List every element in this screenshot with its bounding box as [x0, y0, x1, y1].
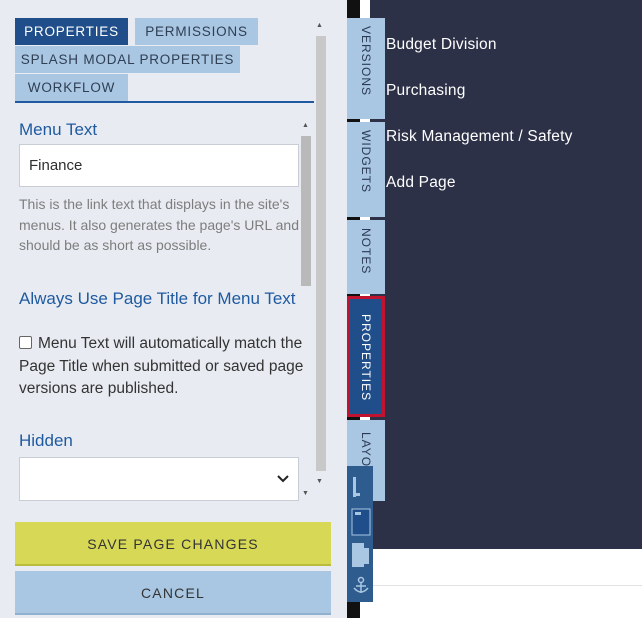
side-tab-notes-label: NOTES [359, 228, 373, 275]
preview-menu-item[interactable]: Risk Management / Safety [386, 128, 573, 146]
cancel-button[interactable]: CANCEL [15, 571, 331, 615]
scroll-up-arrow-icon[interactable]: ▲ [316, 22, 323, 30]
form-scroll-down-icon[interactable]: ▼ [302, 490, 309, 498]
side-tab-widgets-label: WIDGETS [359, 130, 373, 193]
form-scroll-thumb[interactable] [301, 136, 311, 286]
anchor-icon[interactable] [351, 576, 371, 601]
side-tab-widgets[interactable]: WIDGETS [347, 122, 385, 217]
tab-permissions[interactable]: PERMISSIONS [135, 18, 258, 45]
side-tab-notes[interactable]: NOTES [347, 220, 385, 294]
hidden-label: Hidden [19, 431, 73, 450]
tab-underline [15, 101, 314, 103]
always-use-title-checkbox-text: Menu Text will automatically match the P… [19, 335, 304, 397]
menu-text-label: Menu Text [19, 120, 98, 139]
hidden-select[interactable] [19, 457, 299, 501]
preview-menu-item[interactable]: Purchasing [386, 82, 466, 100]
tab-workflow[interactable]: WORKFLOW [15, 74, 128, 101]
layout-right-icon[interactable] [351, 542, 371, 573]
preview-menu-item[interactable]: Budget Division [386, 36, 497, 54]
save-page-changes-button[interactable]: SAVE PAGE CHANGES [15, 522, 331, 566]
always-use-title-option: Menu Text will automatically match the P… [19, 333, 304, 401]
tab-splash-modal-properties[interactable]: SPLASH MODAL PROPERTIES [15, 46, 240, 73]
side-tab-versions-label: VERSIONS [359, 26, 373, 97]
side-tab-versions[interactable]: VERSIONS [347, 18, 385, 119]
form-scrollbar[interactable]: ▲ ▼ [299, 118, 313, 502]
preview-content-area [370, 549, 642, 618]
menu-text-help: This is the link text that displays in t… [19, 196, 299, 253]
form-scroll-up-icon[interactable]: ▲ [302, 122, 309, 130]
menu-text-input[interactable]: Finance [19, 144, 299, 187]
layout-center-icon[interactable] [351, 508, 371, 541]
properties-panel: PROPERTIES PERMISSIONS SPLASH MODAL PROP… [0, 0, 347, 618]
chevron-down-icon [277, 471, 289, 486]
panel-scrollbar[interactable]: ▲ ▼ [313, 18, 329, 498]
layout-left-icon[interactable] [351, 476, 369, 503]
panel-scroll-thumb[interactable] [316, 36, 326, 471]
always-use-title-checkbox[interactable] [19, 336, 32, 349]
always-use-title-label: Always Use Page Title for Menu Text [19, 289, 296, 308]
side-tab-properties[interactable]: PROPERTIES [347, 296, 385, 417]
side-tab-properties-label: PROPERTIES [359, 314, 373, 402]
add-page-link[interactable]: Add Page [386, 174, 456, 192]
scroll-down-arrow-icon[interactable]: ▼ [316, 478, 323, 486]
tab-properties[interactable]: PROPERTIES [15, 18, 128, 45]
layout-tools [347, 466, 373, 602]
